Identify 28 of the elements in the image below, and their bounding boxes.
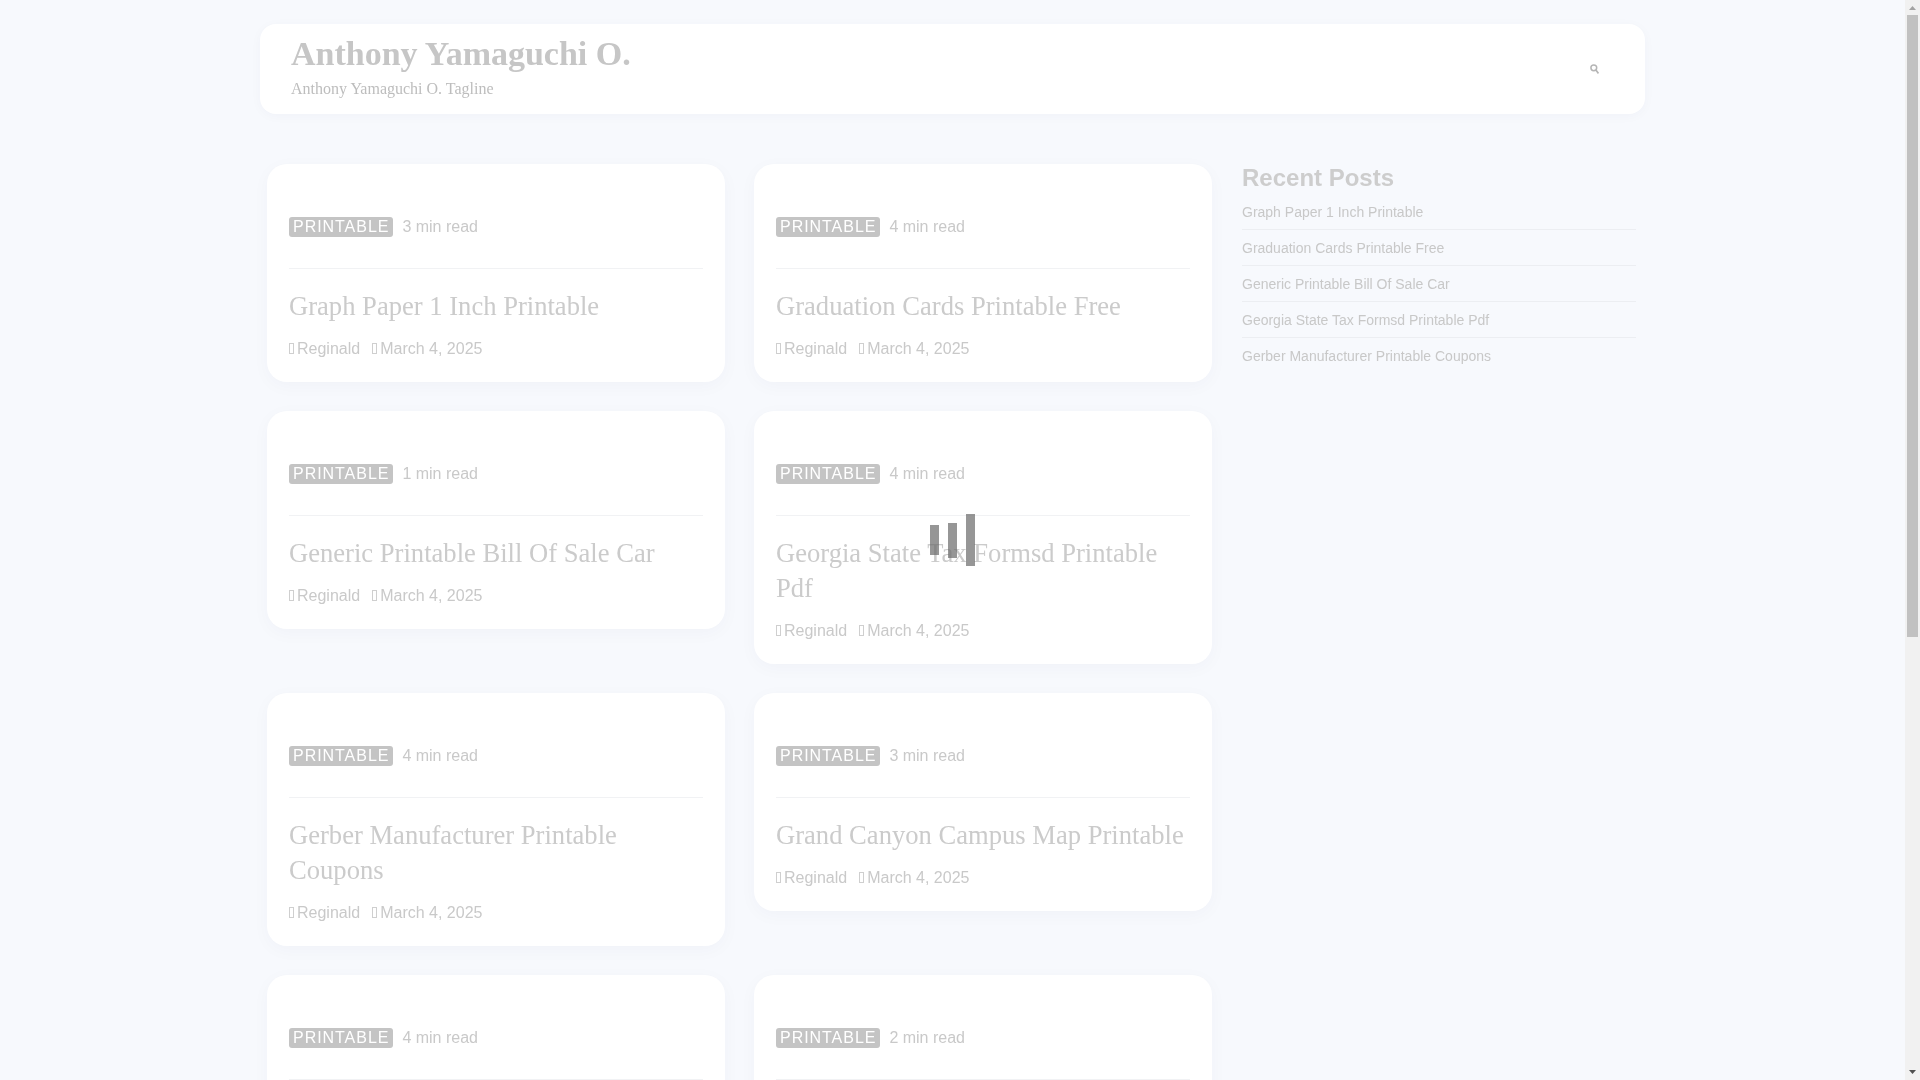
missing-glyph-icon [776, 343, 781, 354]
site-title[interactable]: Anthony Yamaguchi O. [291, 34, 631, 74]
search-button[interactable] [1588, 62, 1601, 76]
missing-glyph-icon [289, 343, 294, 354]
missing-glyph-icon [289, 590, 294, 601]
missing-glyph-icon [776, 872, 781, 883]
scroll-down-arrow-icon[interactable] [1909, 1070, 1916, 1074]
missing-glyph-icon [859, 343, 865, 354]
category-tag[interactable]: PRINTABLE [289, 217, 394, 237]
missing-glyph-icon [372, 590, 378, 601]
category-tag[interactable]: PRINTABLE [776, 217, 881, 237]
missing-glyph-icon [372, 343, 378, 354]
missing-glyph-icon [776, 625, 781, 636]
category-tag[interactable]: PRINTABLE [776, 746, 881, 766]
site-tagline: Anthony Yamaguchi O. Tagline [291, 79, 494, 99]
scroll-up-arrow-icon[interactable] [1909, 6, 1916, 10]
missing-glyph-icon [289, 907, 294, 918]
missing-glyph-icon [859, 872, 865, 883]
search-icon [1590, 64, 1599, 74]
missing-glyph-icon [859, 625, 865, 636]
category-tag[interactable]: PRINTABLE [776, 464, 881, 484]
scrollbar[interactable] [1905, 0, 1920, 1080]
category-tag[interactable]: PRINTABLE [289, 464, 394, 484]
missing-glyph-icon [372, 907, 378, 918]
category-tag[interactable]: PRINTABLE [289, 1028, 394, 1048]
scrollbar-thumb[interactable] [1907, 15, 1918, 637]
category-tag[interactable]: PRINTABLE [776, 1028, 881, 1048]
category-tag[interactable]: PRINTABLE [289, 746, 394, 766]
